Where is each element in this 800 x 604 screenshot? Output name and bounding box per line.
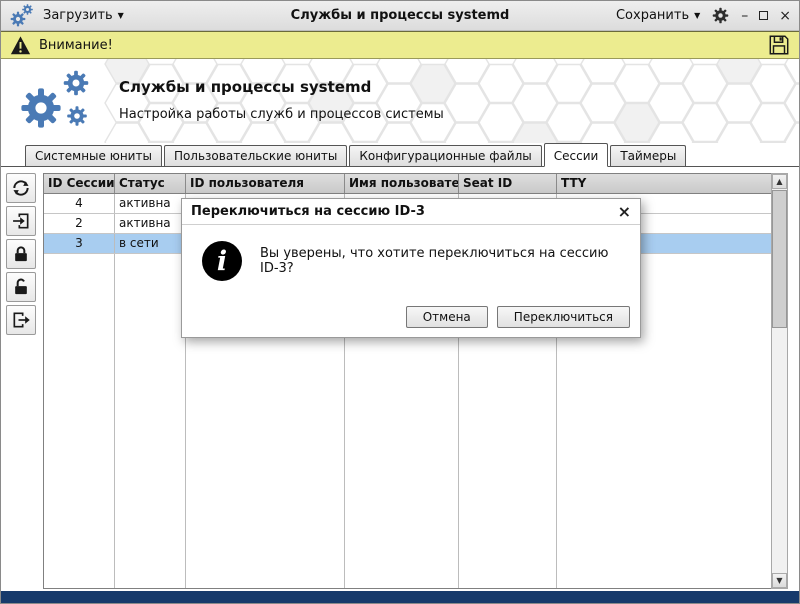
titlebar: Загрузить ▼ Службы и процессы systemd Со… bbox=[1, 1, 799, 31]
tab-timers[interactable]: Таймеры bbox=[610, 145, 687, 166]
dialog-titlebar: Переключиться на сессию ID-3 × bbox=[182, 199, 640, 225]
minimize-button[interactable]: – bbox=[741, 9, 748, 23]
lock-icon bbox=[14, 246, 28, 263]
switch-session-dialog: Переключиться на сессию ID-3 × i Вы увер… bbox=[181, 198, 641, 338]
session-toolbar bbox=[6, 173, 38, 335]
confirm-switch-button[interactable]: Переключиться bbox=[496, 306, 630, 328]
cell-status: активна bbox=[115, 194, 186, 213]
scrollbar-thumb[interactable] bbox=[772, 190, 787, 328]
chevron-down-icon: ▼ bbox=[694, 10, 701, 20]
page-title: Службы и процессы systemd bbox=[119, 78, 372, 96]
header-gears-icon bbox=[17, 68, 107, 134]
info-icon: i bbox=[202, 241, 242, 281]
refresh-icon bbox=[12, 180, 30, 196]
warning-bar: Внимание! bbox=[1, 31, 799, 59]
page-subtitle: Настройка работы служб и процессов систе… bbox=[119, 107, 444, 122]
cell-status: в сети bbox=[115, 234, 186, 253]
enter-arrow-icon bbox=[12, 213, 29, 229]
cell-session-id: 3 bbox=[44, 234, 115, 253]
load-menu-button[interactable]: Загрузить ▼ bbox=[43, 8, 124, 23]
cancel-button[interactable]: Отмена bbox=[405, 306, 488, 328]
lock-session-button[interactable] bbox=[6, 239, 36, 269]
save-menu-button[interactable]: Сохранить ▼ bbox=[616, 8, 700, 23]
dialog-close-icon[interactable]: × bbox=[618, 203, 631, 220]
tab-system-units[interactable]: Системные юниты bbox=[25, 145, 162, 166]
tab-sessions[interactable]: Сессии bbox=[543, 143, 609, 167]
page-header: Службы и процессы systemd Настройка рабо… bbox=[1, 59, 799, 143]
dialog-actions: Отмена Переключиться bbox=[405, 306, 630, 328]
load-menu-label: Загрузить bbox=[43, 8, 113, 23]
scroll-down-button[interactable]: ▼ bbox=[772, 573, 787, 588]
app-gears-icon bbox=[9, 3, 35, 29]
tab-config-files[interactable]: Конфигурационные файлы bbox=[349, 145, 542, 166]
switch-session-button[interactable] bbox=[6, 206, 36, 236]
close-button[interactable]: × bbox=[779, 9, 791, 23]
col-header-tty[interactable]: TTY bbox=[557, 174, 772, 193]
tab-bar: Системные юниты Пользовательские юниты К… bbox=[1, 143, 799, 167]
warning-label: Внимание! bbox=[39, 37, 113, 53]
cell-status: активна bbox=[115, 214, 186, 233]
dialog-body: i Вы уверены, что хотите переключиться н… bbox=[182, 225, 640, 281]
terminate-session-button[interactable] bbox=[6, 305, 36, 335]
col-header-user-name[interactable]: Имя пользователя bbox=[345, 174, 459, 193]
settings-gear-icon[interactable] bbox=[711, 6, 730, 25]
save-file-button[interactable] bbox=[768, 34, 790, 56]
col-header-user-id[interactable]: ID пользователя bbox=[186, 174, 345, 193]
app-window: Загрузить ▼ Службы и процессы systemd Со… bbox=[0, 0, 800, 604]
vertical-scrollbar[interactable]: ▲ ▼ bbox=[771, 173, 788, 589]
col-header-session-id[interactable]: ID Сессии bbox=[44, 174, 115, 193]
exit-arrow-icon bbox=[13, 312, 31, 328]
scroll-up-button[interactable]: ▲ bbox=[772, 174, 787, 189]
chevron-down-icon: ▼ bbox=[117, 10, 124, 20]
col-header-seat-id[interactable]: Seat ID bbox=[459, 174, 557, 193]
col-header-status[interactable]: Статус bbox=[115, 174, 186, 193]
refresh-button[interactable] bbox=[6, 173, 36, 203]
scroll-up-icon: ▲ bbox=[776, 177, 783, 186]
status-bar bbox=[1, 591, 799, 603]
warning-triangle-icon bbox=[10, 35, 31, 56]
cell-session-id: 4 bbox=[44, 194, 115, 213]
save-menu-label: Сохранить bbox=[615, 8, 690, 23]
table-header: ID Сессии Статус ID пользователя Имя пол… bbox=[44, 174, 772, 194]
dialog-title: Переключиться на сессию ID-3 bbox=[191, 204, 425, 219]
maximize-button[interactable] bbox=[759, 11, 769, 20]
unlock-icon bbox=[14, 278, 28, 296]
hexagon-pattern bbox=[104, 59, 799, 143]
dialog-message: Вы уверены, что хотите переключиться на … bbox=[260, 246, 609, 276]
maximize-icon bbox=[759, 11, 769, 20]
cell-session-id: 2 bbox=[44, 214, 115, 233]
scroll-down-icon: ▼ bbox=[776, 576, 783, 585]
unlock-session-button[interactable] bbox=[6, 272, 36, 302]
tab-user-units[interactable]: Пользовательские юниты bbox=[163, 145, 348, 166]
